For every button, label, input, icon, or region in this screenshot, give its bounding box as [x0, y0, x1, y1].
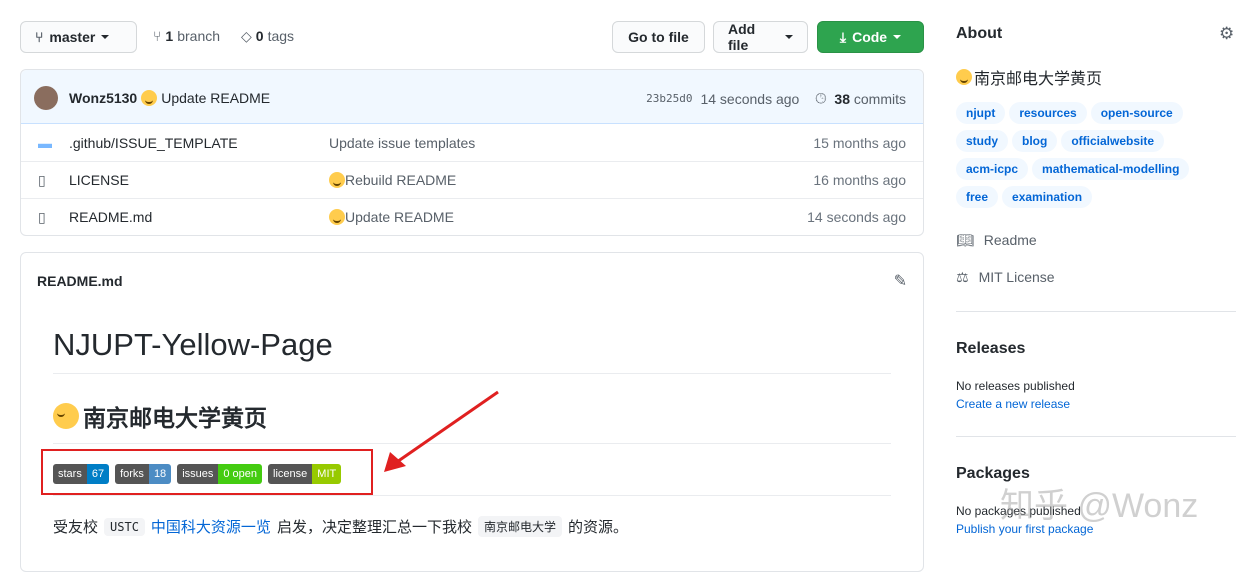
book-icon: 📖︎: [956, 232, 974, 248]
readme-subtitle: 南京邮电大学黄页: [83, 405, 267, 431]
history-icon: 🕒︎: [815, 90, 827, 106]
file-icon: ▯: [38, 171, 46, 188]
file-browser: Wonz5130 Update README 23b25d0 14 second…: [20, 69, 924, 236]
topic-tag[interactable]: mathematical-modelling: [1032, 158, 1190, 180]
file-age: 15 months ago: [813, 134, 906, 151]
ustc-link[interactable]: 中国科大资源一览: [151, 516, 271, 537]
create-release-link[interactable]: Create a new release: [956, 397, 1070, 411]
topic-tag[interactable]: study: [956, 130, 1009, 152]
releases-heading[interactable]: Releases: [956, 340, 1025, 358]
topic-tag[interactable]: blog: [1012, 130, 1058, 152]
file-age: 16 months ago: [813, 172, 906, 188]
topic-tag[interactable]: free: [956, 186, 999, 208]
file-row[interactable]: ▬ .github/ISSUE_TEMPLATE Update issue te…: [21, 124, 923, 161]
chevron-down-icon: [893, 35, 902, 39]
file-name[interactable]: .github/ISSUE_TEMPLATE: [69, 135, 238, 151]
branch-name: master: [49, 29, 96, 45]
zhihu-watermark: 知乎 @Wonz: [1000, 487, 1199, 525]
file-name[interactable]: LICENSE: [69, 172, 129, 188]
license-link[interactable]: ⚖ MIT License: [956, 269, 1055, 286]
topic-tag[interactable]: njupt: [956, 102, 1006, 124]
branch-icon: ⑂: [35, 29, 44, 45]
file-row[interactable]: ▯ LICENSE Rebuild README 16 months ago: [21, 161, 923, 198]
yum-emoji-icon: [329, 209, 345, 225]
law-scale-icon: ⚖: [956, 269, 969, 285]
readme-filename: README.md: [37, 273, 123, 289]
annotation-box: [41, 449, 373, 495]
publish-package-link[interactable]: Publish your first package: [956, 522, 1093, 536]
chevron-down-icon: [785, 35, 793, 39]
file-age: 14 seconds ago: [807, 209, 906, 225]
readme-title: NJUPT-Yellow-Page: [53, 327, 891, 374]
yum-emoji-icon: [956, 69, 972, 85]
readme-intro: 受友校 USTC 中国科大资源一览 启发，决定整理汇总一下我校 南京邮电大学 的资源。: [53, 516, 628, 537]
annotation-arrow-icon: [384, 390, 499, 472]
file-row[interactable]: ▯ README.md Update README 14 seconds ago: [21, 198, 923, 235]
packages-empty: No packages published: [956, 504, 1081, 518]
tag-label: tags: [267, 28, 295, 44]
about-heading: About: [956, 25, 1003, 42]
tag-count: 0: [255, 28, 264, 44]
branch-icon: ⑂: [153, 28, 162, 44]
commit-message[interactable]: Update README: [161, 90, 270, 106]
chevron-down-icon: [101, 35, 110, 39]
add-file-button[interactable]: Add file: [713, 21, 808, 53]
commit-author[interactable]: Wonz5130: [69, 90, 137, 106]
avatar: [34, 86, 58, 110]
topic-tag[interactable]: resources: [1009, 102, 1087, 124]
edit-pencil-icon[interactable]: ✎: [894, 271, 907, 291]
topic-tag[interactable]: examination: [1002, 186, 1093, 208]
file-commit-message[interactable]: Rebuild README: [345, 172, 456, 188]
go-to-file-button[interactable]: Go to file: [612, 21, 705, 53]
folder-icon: ▬: [38, 134, 52, 151]
file-commit-message[interactable]: Update issue templates: [329, 135, 475, 151]
branch-count: 1: [165, 28, 174, 44]
packages-heading[interactable]: Packages: [956, 465, 1030, 483]
readme-link[interactable]: 📖︎ Readme: [956, 232, 1037, 249]
go-to-file-label: Go to file: [628, 29, 689, 45]
gear-icon[interactable]: ⚙: [1219, 24, 1234, 44]
about-description: 南京邮电大学黄页: [974, 71, 1103, 88]
yum-emoji-icon: [141, 90, 158, 106]
branch-label: branch: [177, 28, 221, 44]
code-label: Code: [852, 29, 888, 45]
branches-link[interactable]: ⑂ 1 branch: [153, 28, 220, 44]
yum-emoji-icon: [53, 403, 79, 429]
readme-panel: README.md ✎ NJUPT-Yellow-Page 南京邮电大学黄页 s…: [20, 252, 924, 572]
topics: njupt resources open-source study blog offic…: [956, 102, 1216, 214]
commit-time: 14 seconds ago: [700, 90, 800, 107]
file-name[interactable]: README.md: [69, 209, 152, 225]
latest-commit: Wonz5130 Update README 23b25d0 14 second…: [21, 70, 923, 124]
topic-tag[interactable]: open-source: [1090, 102, 1183, 124]
commit-sha[interactable]: 23b25d0: [646, 92, 692, 105]
commits-link[interactable]: 38 commits: [834, 91, 906, 107]
file-icon: ▯: [38, 208, 46, 225]
download-icon: ⤓: [839, 28, 847, 45]
file-commit-message[interactable]: Update README: [345, 209, 454, 225]
tags-link[interactable]: ◇ 0 tags: [241, 28, 294, 45]
topic-tag[interactable]: officialwebsite: [1061, 130, 1165, 152]
tag-icon: ◇: [241, 28, 252, 44]
yum-emoji-icon: [329, 172, 345, 188]
releases-empty: No releases published: [956, 379, 1075, 393]
branch-select[interactable]: ⑂ master: [20, 21, 137, 53]
topic-tag[interactable]: acm-icpc: [956, 158, 1029, 180]
add-file-label: Add file: [728, 21, 756, 53]
code-button[interactable]: ⤓ Code: [817, 21, 924, 53]
